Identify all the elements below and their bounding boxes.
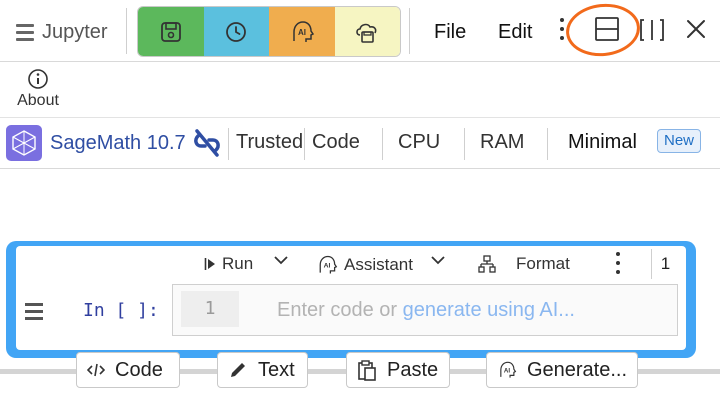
add-code-cell-button[interactable]: Code xyxy=(76,352,180,388)
assistant-label: Assistant xyxy=(344,255,413,274)
code-editor[interactable]: 1 Enter code or generate using AI... xyxy=(172,284,678,336)
hamburger-icon xyxy=(16,23,34,41)
run-icon xyxy=(204,258,215,270)
run-button[interactable]: Run xyxy=(204,254,253,274)
kernel-status-bar: SageMath 10.7 Trusted Code CPU RAM Minim… xyxy=(0,117,720,169)
code-icon xyxy=(87,363,105,377)
add-text-label: Text xyxy=(258,358,295,381)
ai-icon: AI xyxy=(500,361,517,378)
cloud-save-icon xyxy=(356,23,377,43)
cell-type-selector[interactable]: Code xyxy=(312,131,360,154)
generate-ai-link[interactable]: generate using AI... xyxy=(403,299,575,321)
cloud-save-button[interactable] xyxy=(334,7,400,56)
add-code-label: Code xyxy=(115,358,163,381)
more-menu-icon[interactable] xyxy=(560,18,564,40)
svg-text:AI: AI xyxy=(504,367,510,374)
ai-icon: AI xyxy=(319,255,338,274)
close-button[interactable] xyxy=(684,17,708,41)
kernel-name[interactable]: SageMath 10.7 xyxy=(50,132,186,155)
clock-icon xyxy=(226,21,247,42)
cpu-indicator: CPU xyxy=(398,131,441,153)
divider xyxy=(409,8,410,54)
close-icon xyxy=(687,20,705,38)
divider xyxy=(382,128,383,160)
trusted-status[interactable]: Trusted xyxy=(236,131,303,154)
format-icon xyxy=(478,255,496,273)
ai-icon: AI xyxy=(293,20,314,42)
format-label: Format xyxy=(516,254,570,273)
input-prompt: In [ ]: xyxy=(83,300,159,321)
paste-cell-button[interactable]: Paste xyxy=(346,352,450,388)
about-button[interactable]: About xyxy=(10,68,66,114)
assistant-options-button[interactable] xyxy=(430,254,446,266)
svg-text:AI: AI xyxy=(298,28,306,37)
generate-label: Generate... xyxy=(526,358,627,381)
history-button[interactable] xyxy=(203,7,269,56)
line-number: 1 xyxy=(181,291,239,327)
placeholder-text: Enter code or xyxy=(277,299,403,321)
editor-placeholder: Enter code or generate using AI... xyxy=(277,299,575,322)
columns-icon xyxy=(640,19,664,41)
jupyter-menu-button[interactable]: Jupyter xyxy=(8,10,128,54)
save-icon xyxy=(160,21,181,42)
clipboard-icon xyxy=(358,360,376,381)
cell-more-icon[interactable] xyxy=(616,252,620,274)
quick-action-group: AI xyxy=(137,6,401,57)
add-text-cell-button[interactable]: Text xyxy=(217,352,308,388)
run-options-button[interactable] xyxy=(273,254,289,266)
save-button[interactable] xyxy=(138,7,204,56)
format-button[interactable]: Format xyxy=(478,254,570,274)
info-icon xyxy=(28,69,48,89)
drag-handle-icon[interactable] xyxy=(25,303,43,320)
about-label: About xyxy=(17,92,59,109)
sagemath-logo-icon xyxy=(6,125,42,161)
new-badge: New xyxy=(657,129,702,153)
edit-menu[interactable]: Edit xyxy=(498,21,532,44)
chevron-down-icon xyxy=(274,256,288,265)
kernel-connection-icon[interactable] xyxy=(192,126,222,160)
ram-indicator: RAM xyxy=(480,131,525,153)
ai-button[interactable]: AI xyxy=(269,7,335,56)
divider xyxy=(228,128,229,160)
jupyter-label: Jupyter xyxy=(42,20,108,43)
svg-text:AI: AI xyxy=(324,263,331,270)
chevron-down-icon xyxy=(431,256,445,265)
highlight-annotation xyxy=(563,0,643,60)
divider xyxy=(464,128,465,160)
minimal-mode-toggle[interactable]: Minimal xyxy=(568,131,637,154)
pencil-icon xyxy=(231,363,245,377)
paste-label: Paste xyxy=(387,358,439,381)
file-menu[interactable]: File xyxy=(434,21,466,44)
column-view-button[interactable] xyxy=(638,17,666,43)
divider xyxy=(304,128,305,160)
divider xyxy=(126,8,127,54)
assistant-button[interactable]: AI Assistant xyxy=(316,254,413,276)
divider xyxy=(547,128,548,160)
cell-count: 1 xyxy=(651,249,679,279)
run-label: Run xyxy=(222,254,254,273)
generate-cell-button[interactable]: AI Generate... xyxy=(486,352,638,388)
top-toolbar: Jupyter AI File Edit xyxy=(0,0,720,62)
